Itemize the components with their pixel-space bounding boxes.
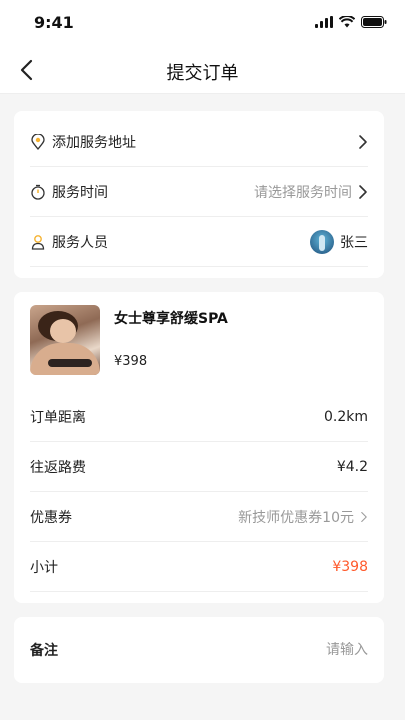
person-icon [30, 234, 46, 250]
subtotal-value: ¥398 [332, 558, 368, 575]
staff-label: 服务人员 [52, 234, 108, 251]
product-price: ¥398 [114, 354, 148, 369]
staff-selected[interactable]: 张三 [310, 229, 368, 254]
status-time: 9:41 [34, 13, 74, 32]
signal-icon [315, 16, 333, 28]
service-time-label: 服务时间 [52, 184, 108, 201]
distance-value: 0.2km [323, 408, 368, 425]
travel-fee-label: 往返路费 [30, 459, 86, 476]
service-time-placeholder: 请选择服务时间 [254, 184, 352, 201]
stopwatch-icon [30, 184, 46, 200]
order-summary-card: 女士尊享舒缓SPA ¥398 订单距离 0.2km 往返路费 ¥4.2 优惠券 … [14, 292, 384, 603]
subtotal-row: 小计 ¥398 [30, 542, 368, 592]
address-right [352, 134, 368, 150]
service-info-card: 添加服务地址 服务时间 请选择服务时间 服务人员 张三 [14, 111, 384, 278]
coupon-selector[interactable]: 新技师优惠券10元 [238, 507, 368, 527]
product-image [30, 305, 100, 375]
remark-row: 备注 [30, 625, 368, 675]
distance-row: 订单距离 0.2km [30, 392, 368, 442]
remark-input[interactable] [218, 642, 368, 658]
page-title: 提交订单 [166, 63, 239, 84]
coupon-row[interactable]: 优惠券 新技师优惠券10元 [30, 492, 368, 542]
product-name: 女士尊享舒缓SPA [114, 311, 228, 327]
nav-bar: 提交订单 [0, 46, 405, 94]
travel-fee-row: 往返路费 ¥4.2 [30, 442, 368, 492]
service-time-picker[interactable]: 请选择服务时间 [254, 182, 368, 202]
subtotal-label: 小计 [30, 559, 58, 576]
staff-row[interactable]: 服务人员 张三 [30, 217, 368, 267]
battery-icon [361, 16, 387, 28]
coupon-label: 优惠券 [30, 509, 72, 526]
location-pin-icon [30, 133, 46, 150]
staff-name: 张三 [340, 234, 368, 251]
avatar [310, 229, 334, 254]
service-time-row[interactable]: 服务时间 请选择服务时间 [30, 167, 368, 217]
chevron-right-icon [361, 511, 367, 522]
coupon-value: 新技师优惠券10元 [238, 509, 354, 526]
status-bar: 9:41 [0, 0, 405, 46]
chevron-right-icon [359, 184, 367, 199]
distance-label: 订单距离 [30, 409, 86, 426]
chevron-right-icon [359, 134, 367, 149]
address-label: 添加服务地址 [52, 134, 136, 151]
status-icons [315, 16, 387, 28]
address-row[interactable]: 添加服务地址 [30, 117, 368, 167]
travel-fee-value: ¥4.2 [336, 458, 368, 475]
remark-label: 备注 [30, 643, 58, 659]
remark-card: 备注 [14, 617, 384, 683]
wifi-icon [339, 16, 355, 28]
